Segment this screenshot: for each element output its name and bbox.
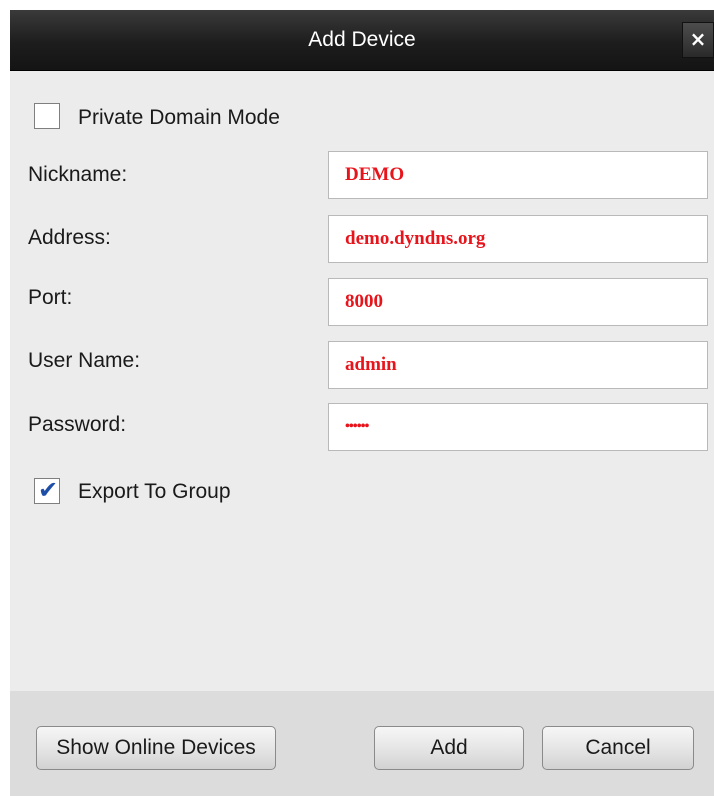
password-field[interactable]: ••••••: [328, 403, 708, 451]
window-title: Add Device: [308, 28, 416, 51]
user-name-label: User Name:: [28, 349, 141, 372]
private-domain-mode-label: Private Domain Mode: [78, 106, 280, 129]
nickname-field[interactable]: DEMO: [328, 151, 708, 199]
export-to-group-checkbox[interactable]: ✔: [34, 476, 60, 504]
address-field[interactable]: demo.dyndns.org: [328, 215, 708, 263]
close-icon[interactable]: ×: [682, 22, 714, 58]
show-online-devices-button[interactable]: Show Online Devices: [36, 726, 276, 770]
checkmark-icon: ✔: [37, 476, 59, 504]
port-field[interactable]: 8000: [328, 278, 708, 326]
form-area: Private Domain Mode Nickname: DEMO Addre…: [10, 71, 714, 691]
title-bar: Add Device ×: [10, 10, 714, 71]
port-label: Port:: [28, 286, 73, 309]
button-bar: Show Online Devices Add Cancel: [10, 691, 714, 796]
user-name-field[interactable]: admin: [328, 341, 708, 389]
window-left-edge: [0, 10, 10, 796]
nickname-label: Nickname:: [28, 163, 128, 186]
address-label: Address:: [28, 226, 111, 249]
add-device-dialog: Add Device × Private Domain Mode Nicknam…: [0, 0, 714, 796]
password-label: Password:: [28, 413, 127, 436]
private-domain-mode-checkbox[interactable]: [34, 103, 60, 129]
add-button[interactable]: Add: [374, 726, 524, 770]
export-to-group-label: Export To Group: [78, 480, 231, 503]
cancel-button[interactable]: Cancel: [542, 726, 694, 770]
